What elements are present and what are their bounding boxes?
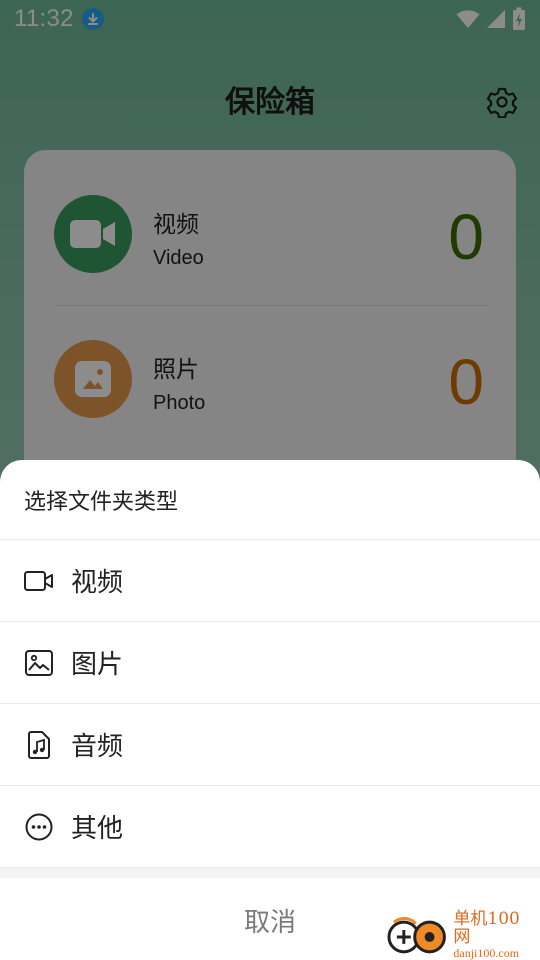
more-circle-icon <box>24 812 54 842</box>
music-file-icon <box>24 730 54 760</box>
option-label: 音频 <box>71 732 124 762</box>
option-label: 视频 <box>71 568 124 598</box>
image-icon <box>24 648 54 678</box>
watermark-text: 单机100网 danji100.com <box>453 908 536 960</box>
watermark-name: 单机100网 <box>453 908 520 947</box>
sheet-gap <box>0 868 540 878</box>
watermark-url: danji100.com <box>453 945 520 960</box>
option-audio[interactable]: 音频 <box>0 704 540 786</box>
option-label: 图片 <box>71 650 124 680</box>
option-other[interactable]: 其他 <box>0 786 540 868</box>
video-camera-icon <box>24 566 54 596</box>
option-image[interactable]: 图片 <box>0 622 540 704</box>
option-video[interactable]: 视频 <box>0 540 540 622</box>
watermark: 单机100网 danji100.com <box>386 908 536 960</box>
option-label: 其他 <box>71 814 124 844</box>
sheet-title: 选择文件夹类型 <box>0 460 540 540</box>
folder-type-sheet: 选择文件夹类型 视频 图片 音频 其他 取消 <box>0 460 540 960</box>
watermark-logo-icon <box>387 917 446 954</box>
